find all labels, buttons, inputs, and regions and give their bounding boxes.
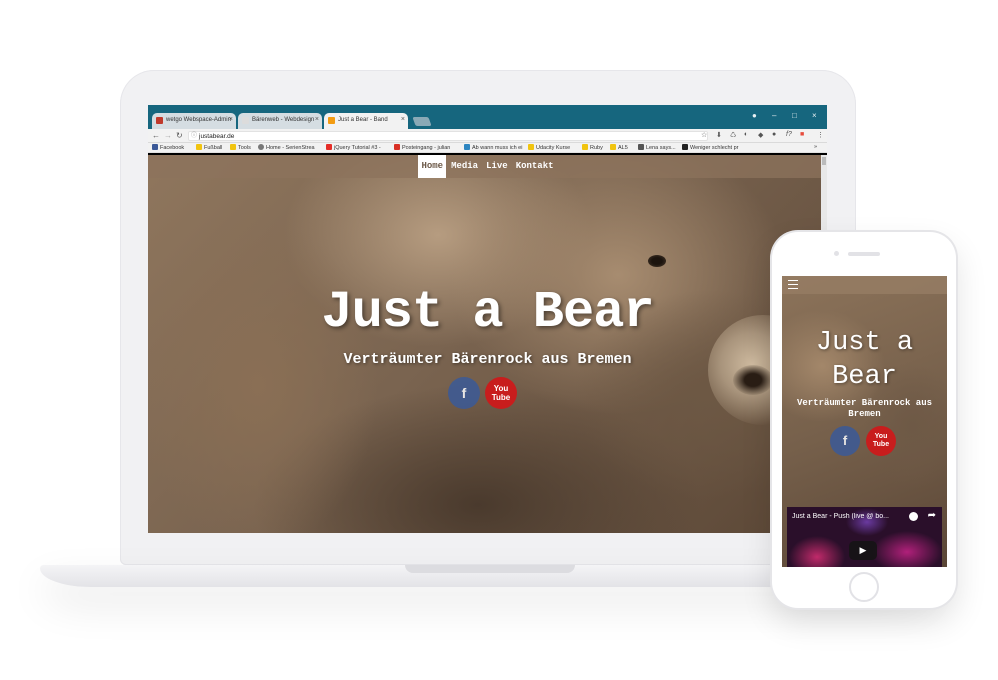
folder-icon (528, 144, 534, 150)
address-bar[interactable]: ⓘ justabear.de (188, 131, 708, 141)
browser-tab[interactable]: wetgo Webspace-Admin × (152, 113, 236, 129)
recycle-icon[interactable]: ♺ (730, 131, 736, 139)
link-icon (464, 144, 470, 150)
bookmark-folder[interactable]: Fußball (196, 144, 222, 151)
phone-camera (834, 251, 839, 256)
video-embed[interactable]: Just a Bear - Push (live @ bo... ➦ ▶ (787, 507, 942, 567)
bookmark-item[interactable]: Ab wann muss ich ei (464, 144, 522, 151)
video-title: Just a Bear - Push (live @ bo... (792, 513, 889, 520)
folder-icon (582, 144, 588, 150)
browser-toolbar: ← → ↻ ⓘ justabear.de ☆ ⬇ ♺ ◐ ◆ ● f? ■ ⋮ (148, 129, 827, 143)
share-icon[interactable]: ➦ (928, 510, 936, 521)
hero-title: Just a Bear (321, 283, 654, 342)
site-nav: Home Media Live Kontakt (148, 155, 827, 178)
bookmarks-more-button[interactable]: » (814, 144, 817, 150)
formula-icon[interactable]: f? (786, 131, 792, 138)
back-icon[interactable]: ← (152, 131, 160, 140)
gmail-icon (394, 144, 400, 150)
bookmark-item[interactable]: Lena says... (638, 144, 676, 151)
new-tab-button[interactable] (412, 117, 432, 126)
nav-live[interactable]: Live (483, 155, 511, 178)
nav-kontakt[interactable]: Kontakt (513, 155, 557, 178)
close-tab-icon[interactable]: × (229, 116, 233, 123)
dots-icon (638, 144, 644, 150)
phone-mockup: Just a Bear Verträumter Bärenrock aus Br… (772, 232, 956, 608)
website-page: Home Media Live Kontakt Just a Bear Vert… (148, 155, 827, 533)
bookmark-item[interactable]: Weniger schlecht pr (682, 144, 739, 151)
bear-eye (648, 255, 666, 267)
facebook-icon[interactable]: f (830, 426, 860, 456)
bookmark-folder[interactable]: Udacity Kurse (528, 144, 570, 151)
bookmarks-bar: Facebook Fußball Tools Home - SerienStre… (148, 143, 827, 153)
star-icon[interactable]: ☆ (701, 131, 707, 139)
browser-titlebar: wetgo Webspace-Admin × Bärenweb - Webdes… (148, 105, 827, 129)
tab-favicon-icon (328, 117, 335, 124)
hero-subtitle: Verträumter Bärenrock aus Bremen (343, 351, 632, 368)
folder-icon (230, 144, 236, 150)
youtube-icon[interactable]: You Tube (866, 426, 896, 456)
scrollbar-thumb[interactable] (822, 157, 826, 165)
bookmark-item[interactable]: Home - SerienStrea (258, 144, 315, 151)
reload-icon[interactable]: ↻ (176, 131, 183, 140)
url-text: justabear.de (199, 133, 235, 140)
watch-later-icon[interactable] (909, 512, 918, 521)
bear-nose (733, 365, 773, 395)
bookmark-item[interactable]: Facebook (152, 144, 184, 151)
nav-media[interactable]: Media (448, 155, 481, 178)
tab-favicon-icon (156, 117, 163, 124)
bookmark-icon (682, 144, 688, 150)
bookmark-folder[interactable]: Tools (230, 144, 251, 151)
mobile-topbar (782, 276, 947, 294)
tab-label: wetgo Webspace-Admin (166, 117, 231, 123)
browser-tab[interactable]: Bärenweb - Webdesign × (238, 113, 322, 129)
mobile-hero-subtitle: Verträumter Bärenrock aus Bremen (796, 398, 933, 419)
play-circle-icon (258, 144, 264, 150)
forward-icon[interactable]: → (164, 131, 172, 140)
maximize-icon[interactable]: □ (792, 111, 797, 120)
mobile-hero-title: Just a Bear (815, 328, 914, 392)
facebook-icon[interactable]: f (448, 377, 480, 409)
browser-tab-active[interactable]: Just a Bear - Band × (324, 113, 408, 129)
minimize-icon[interactable]: – (772, 111, 776, 120)
laptop-screen: wetgo Webspace-Admin × Bärenweb - Webdes… (148, 105, 827, 533)
phone-screen: Just a Bear Verträumter Bärenrock aus Br… (782, 276, 947, 567)
download-icon[interactable]: ⬇ (716, 131, 722, 139)
extension-icon[interactable]: ◆ (758, 131, 763, 139)
bookmark-item[interactable]: jQuery Tutorial #3 - (326, 144, 381, 151)
close-tab-icon[interactable]: × (315, 116, 319, 123)
tab-label: Just a Bear - Band (338, 117, 388, 123)
phone-home-button[interactable] (849, 572, 879, 602)
play-icon[interactable]: ▶ (849, 541, 877, 560)
laptop-notch (405, 565, 575, 573)
nav-home[interactable]: Home (418, 155, 447, 178)
extension-icon[interactable]: ◐ (744, 131, 748, 138)
bookmark-folder[interactable]: AL5 (610, 144, 628, 151)
close-tab-icon[interactable]: × (401, 116, 405, 123)
phone-speaker (848, 252, 880, 256)
info-icon[interactable]: ⓘ (191, 132, 197, 141)
menu-icon[interactable]: ⋮ (817, 131, 824, 139)
profile-icon[interactable]: ● (752, 111, 757, 120)
tab-label: Bärenweb - Webdesign (252, 117, 315, 123)
tab-favicon-icon (242, 117, 249, 124)
close-window-icon[interactable]: × (812, 111, 817, 120)
facebook-icon (152, 144, 158, 150)
extension-icon[interactable]: ● (772, 131, 776, 138)
folder-icon (610, 144, 616, 150)
youtube-icon (326, 144, 332, 150)
hamburger-menu-icon[interactable] (788, 280, 798, 289)
bookmark-item[interactable]: Posteingang - julian (394, 144, 450, 151)
bookmark-folder[interactable]: Ruby (582, 144, 603, 151)
extension-icon[interactable]: ■ (800, 131, 804, 138)
folder-icon (196, 144, 202, 150)
youtube-icon[interactable]: You Tube (485, 377, 517, 409)
